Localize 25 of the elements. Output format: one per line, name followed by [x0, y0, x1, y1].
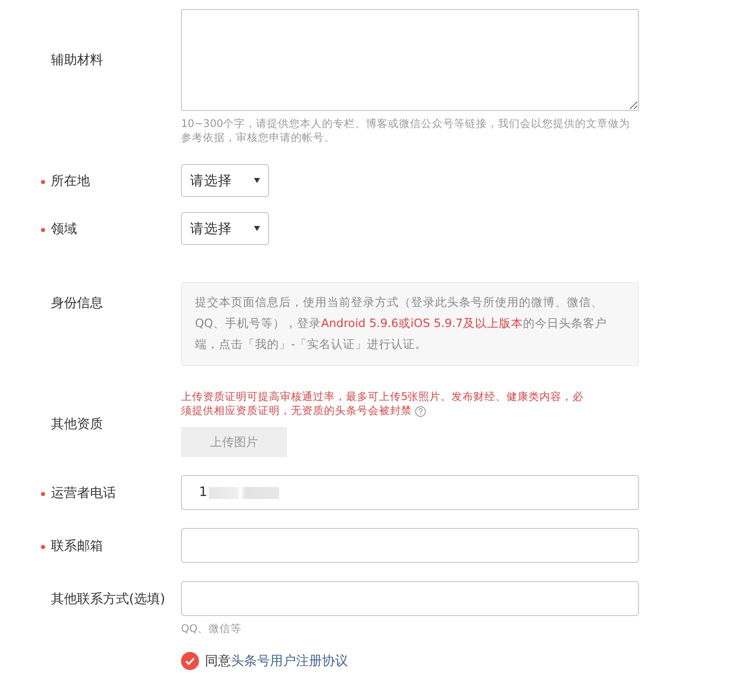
- select-dropdown[interactable]: 请选择: [181, 212, 269, 245]
- field-label: 所在地: [51, 172, 90, 190]
- field-label: 辅助材料: [51, 52, 103, 69]
- field-label: 运营者电话: [51, 484, 116, 502]
- agreement-link[interactable]: 头条号用户注册协议: [231, 652, 348, 670]
- help-icon[interactable]: [415, 406, 426, 416]
- agreement-text: 同意: [205, 653, 231, 670]
- select-dropdown[interactable]: 请选择: [181, 164, 269, 197]
- checkbox[interactable]: [181, 652, 199, 670]
- text-area[interactable]: [181, 9, 639, 111]
- field-label: 身份信息: [51, 295, 103, 312]
- hint-text: QQ、微信等: [181, 622, 243, 636]
- field-label: 其他联系方式(选填): [51, 590, 166, 608]
- input-field[interactable]: 1: [181, 475, 639, 510]
- field-label: 联系邮箱: [51, 538, 103, 554]
- info-text: 提交本页面信息后，使用当前登录方式（登录此头条号所使用的微博、微信、QQ、手机号等），登录Android 5.9.6或iOS 5.9.7及以上版本的今日头条客户端，点击「我的」-「实名认证」进行认证。: [181, 282, 639, 366]
- caret-icon: [254, 226, 260, 231]
- warning-text: 上传资质证明可提高审核通过率，最多可上传5张照片。发布财经、健康类内容，必: [181, 390, 584, 404]
- warning-text: 须提供相应资质证明，无资质的头条号会被封禁: [181, 404, 412, 418]
- hint-text: 10~300个字，请提供您本人的专栏、博客或微信公众号等链接，我们会以您提供的文章做为参考依据，审核您申请的帐号。: [181, 117, 632, 145]
- caret-icon: [254, 178, 260, 183]
- field-label: 领域: [51, 220, 77, 238]
- input-field[interactable]: [181, 528, 639, 563]
- input-field[interactable]: [181, 581, 639, 616]
- field-label: 其他资质: [51, 416, 103, 432]
